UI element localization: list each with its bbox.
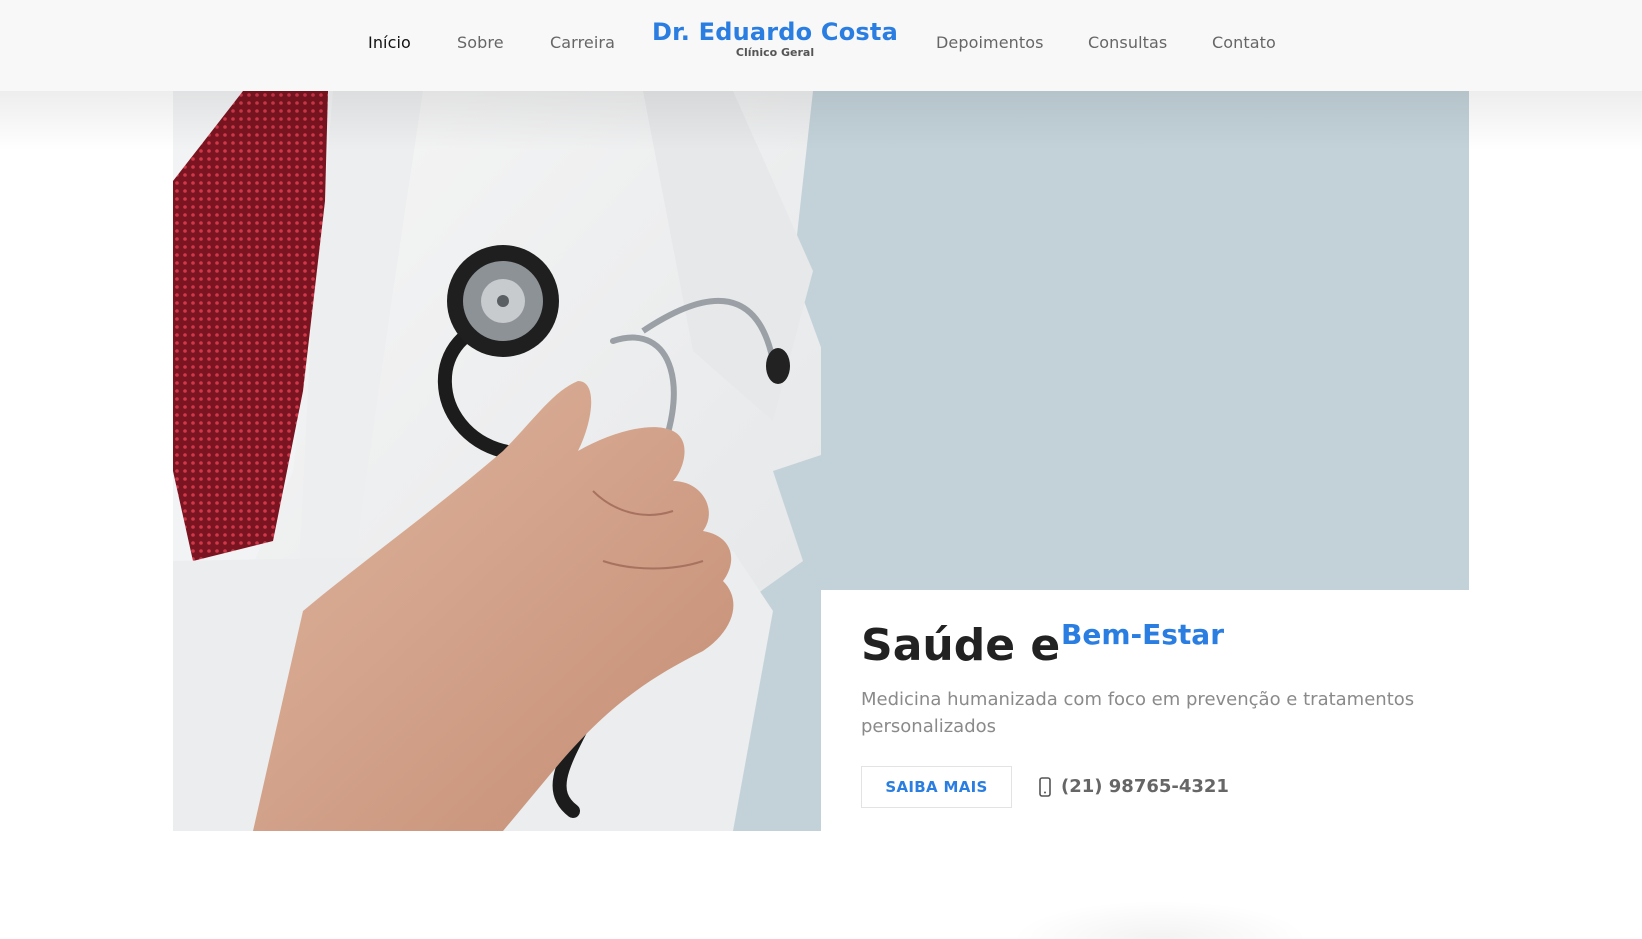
hero-headline: Saúde e Bem-Estar [861,618,1224,671]
nav-link-carreira[interactable]: Carreira [550,33,615,52]
headline-accent: Bem-Estar [1061,618,1225,651]
nav-link-depoimentos[interactable]: Depoimentos [936,33,1044,52]
saiba-mais-button[interactable]: SAIBA MAIS [861,766,1012,808]
hero-subtitle: Medicina humanizada com foco em prevençã… [861,689,1415,737]
decorative-glow [1010,900,1310,939]
site-logo[interactable]: Dr. Eduardo Costa Clínico Geral [640,18,910,59]
doctor-illustration [173,91,821,831]
nav-link-consultas[interactable]: Consultas [1088,33,1167,52]
logo-subtitle: Clínico Geral [735,46,815,59]
nav-link-contato[interactable]: Contato [1212,33,1276,52]
mobile-phone-icon [1039,776,1051,797]
site-header: Início Sobre Carreira Dr. Eduardo Costa … [0,0,1642,91]
hero-card: Saúde e Bem-Estar Medicina humanizada co… [821,590,1469,831]
nav-link-sobre[interactable]: Sobre [457,33,504,52]
phone-contact[interactable]: (21) 98765-4321 [1037,776,1229,797]
logo-name: Dr. Eduardo Costa [652,18,898,46]
headline-main: Saúde e [861,620,1061,671]
nav-link-inicio[interactable]: Início [368,33,411,52]
header-shadow [0,91,1642,151]
phone-number: (21) 98765-4321 [1061,776,1229,797]
hero-doctor-image [173,91,821,831]
